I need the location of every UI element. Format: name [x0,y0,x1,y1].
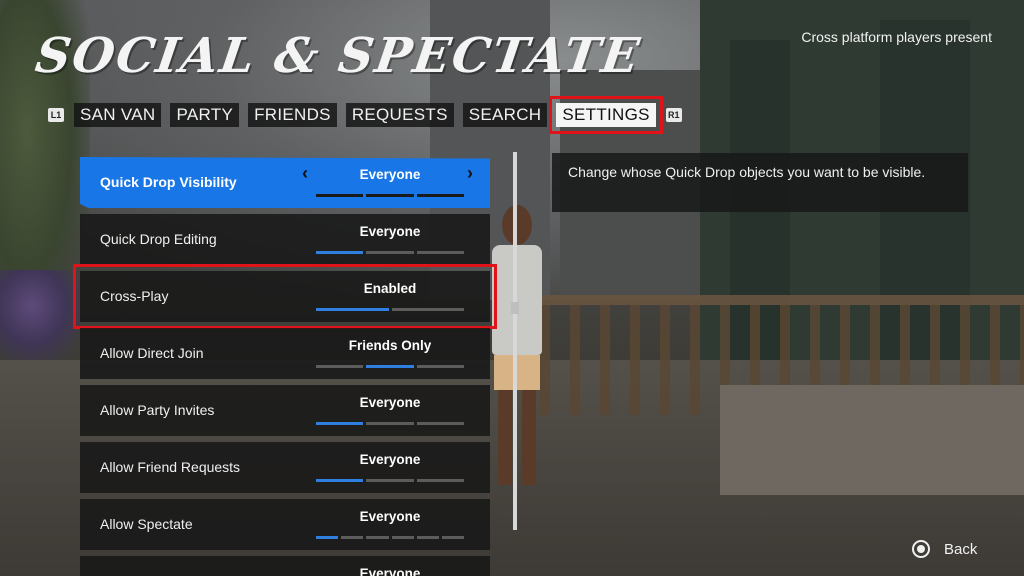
option-indicator [316,365,464,368]
tab-search[interactable]: SEARCH [462,103,548,127]
option-segment [316,422,364,425]
option-segment [316,536,339,539]
setting-cross-play[interactable]: Cross-Play Enabled [73,264,497,329]
option-segment [366,422,414,425]
scrollbar[interactable] [511,152,519,530]
stone-ledge [720,385,1024,495]
option-segment [316,308,389,311]
setting-label: Quick Drop Editing [100,231,217,247]
tab-party[interactable]: PARTY [170,103,240,127]
cross-platform-notice: Cross platform players present [801,29,992,45]
setting-quick-drop-visibility[interactable]: Quick Drop Visibility ‹ Everyone › [80,157,490,208]
setting-allow-friend-requests[interactable]: Allow Friend Requests Everyone [80,442,490,493]
option-segment [316,479,364,482]
option-segment [316,251,364,254]
option-segment [416,422,464,425]
setting-value: Friends Only [348,338,432,353]
player-character [484,205,554,485]
tab-san-van[interactable]: SAN VAN [74,103,162,127]
setting-label: Allow Direct Join [100,345,204,361]
setting-label: Allow Friend Requests [100,459,241,475]
settings-list: Quick Drop Visibility ‹ Everyone › Quick… [73,157,497,576]
option-segment [316,194,364,197]
option-segment [366,251,414,254]
setting-label: Allow Spectate [100,516,193,532]
scrollbar-grip[interactable] [511,302,519,314]
setting-partially-visible[interactable]: Everyone [80,556,490,576]
setting-allow-spectate[interactable]: Allow Spectate Everyone [80,499,490,550]
back-button[interactable]: Back [912,540,977,558]
option-indicator [316,308,464,311]
back-label: Back [944,540,978,558]
setting-value: Everyone [359,167,421,182]
setting-label: Allow Party Invites [100,402,215,418]
setting-allow-party-invites[interactable]: Allow Party Invites Everyone [80,385,490,436]
option-indicator [316,422,464,425]
setting-label: Cross-Play [100,288,169,304]
setting-description: Change whose Quick Drop objects you want… [552,153,968,212]
option-indicator [316,479,464,482]
tab-settings[interactable]: SETTINGS [549,96,663,134]
option-segment [391,536,414,539]
option-segment [416,194,464,197]
setting-allow-direct-join[interactable]: Allow Direct Join Friends Only [80,328,490,379]
page-title: SOCIAL & SPECTATE [32,28,645,84]
option-indicator [316,194,464,197]
option-segment [416,479,464,482]
option-segment [366,479,414,482]
circle-button-icon [912,540,930,558]
chevron-left-icon[interactable]: ‹ [302,163,308,184]
option-indicator [316,536,465,539]
tab-bar: L1 SAN VAN PARTY FRIENDS REQUESTS SEARCH… [48,96,682,134]
setting-value: Everyone [359,509,421,524]
setting-value: Everyone [359,224,421,239]
option-segment [366,536,389,539]
setting-value: Everyone [359,395,421,410]
setting-value: Everyone [359,452,421,467]
setting-quick-drop-editing[interactable]: Quick Drop Editing Everyone [80,214,490,265]
option-segment [366,365,414,368]
setting-value: Enabled [363,281,417,296]
setting-label: Quick Drop Visibility [100,174,237,190]
chevron-right-icon[interactable]: › [467,163,473,184]
option-segment [416,536,439,539]
option-segment [441,536,465,539]
option-segment [316,365,364,368]
option-segment [366,194,414,197]
option-segment [416,365,464,368]
setting-value: Everyone [359,566,421,576]
l1-bumper-icon[interactable]: L1 [48,108,64,122]
r1-bumper-icon[interactable]: R1 [665,108,682,122]
option-indicator [316,251,464,254]
flowers [0,270,80,360]
tab-friends[interactable]: FRIENDS [248,103,337,127]
option-segment [341,536,364,539]
tab-requests[interactable]: REQUESTS [345,103,454,127]
option-segment [391,308,464,311]
option-segment [416,251,464,254]
